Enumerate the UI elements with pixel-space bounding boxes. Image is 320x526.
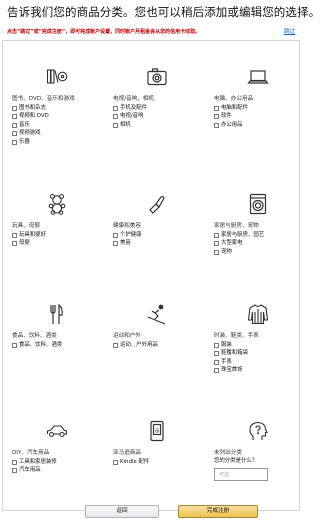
skip-link[interactable]: 跳过 — [284, 29, 295, 36]
checkbox-shoes-bags[interactable]: 鞋履和箱袋 — [214, 350, 248, 359]
lipstick-icon — [146, 193, 168, 215]
checkbox-tv-audio[interactable]: 电视/音响 — [113, 113, 147, 122]
category-title: 电脑、办公用品 — [214, 96, 254, 102]
finish-registration-button[interactable]: 完成注册 — [178, 505, 258, 518]
washing-machine-icon — [247, 193, 269, 215]
checkbox-instruments[interactable]: 乐器 — [12, 138, 49, 147]
checkbox-video-dvd[interactable]: 视频和 DVD — [12, 113, 49, 122]
checkbox-personal-care[interactable]: 个护健康 — [113, 231, 142, 240]
car-icon — [46, 420, 68, 442]
checkbox-baby[interactable]: 母婴 — [12, 240, 46, 249]
checkbox-beauty[interactable]: 美容 — [113, 240, 142, 249]
checkbox-computers[interactable]: 电脑和配件 — [214, 104, 248, 113]
checkbox-music[interactable]: 音乐 — [12, 121, 49, 130]
svg-text:a: a — [155, 427, 159, 435]
kindle-icon: a — [146, 420, 168, 442]
other-category-input[interactable] — [214, 468, 268, 481]
checkbox-kindle-accessories[interactable]: Kindle 配件 — [113, 458, 149, 467]
checkbox-toys[interactable]: 玩具和婴好 — [12, 231, 46, 240]
other-category-question: 您的分类是什么？ — [214, 458, 258, 464]
teddy-bear-icon — [46, 193, 68, 215]
category-title: 食品、饮料、酒类 — [12, 333, 57, 339]
category-title: 电视/音响，相机 — [113, 96, 155, 102]
camera-icon — [146, 66, 168, 88]
category-title: 未列出分类 — [214, 450, 242, 456]
checkbox-watches[interactable]: 手表 — [214, 358, 248, 367]
checkbox-sports-outdoors[interactable]: 运动、户外用品 — [113, 341, 158, 350]
cutlery-icon — [46, 303, 68, 325]
category-title: 图书、DVD、音乐和游戏 — [12, 96, 75, 102]
books-media-icon — [46, 66, 68, 88]
category-title: 健康和美容 — [113, 223, 141, 229]
checkbox-home-kitchen[interactable]: 家居与厨房、园艺 — [214, 231, 264, 240]
billing-notice: 点击“跳过”或“完成注册”，即可完成账户设置，同时账户月租金会从您的信用卡收取。 — [7, 29, 201, 35]
skier-icon — [146, 303, 168, 325]
checkbox-tools-home[interactable]: 工具和家居装修 — [12, 458, 57, 467]
checkbox-software[interactable]: 软件 — [214, 113, 248, 122]
checkbox-jewelry[interactable]: 珠宝首饰 — [214, 367, 248, 376]
checkbox-cameras[interactable]: 相机 — [113, 121, 147, 130]
category-title: 亚马逊商品 — [113, 450, 141, 456]
category-title: 运动和户外 — [113, 333, 141, 339]
checkbox-office[interactable]: 办公用品 — [214, 121, 248, 130]
checkbox-phones[interactable]: 手机及配件 — [113, 104, 147, 113]
checkbox-grocery[interactable]: 食品、饮料、酒类 — [12, 341, 62, 350]
category-title: 玩具、母婴 — [12, 223, 40, 229]
sweater-icon — [247, 303, 269, 325]
question-head-icon — [247, 420, 269, 442]
category-title: 家居与厨房、宠物 — [214, 223, 259, 229]
checkbox-pets[interactable]: 宠物 — [214, 248, 264, 257]
checkbox-appliances[interactable]: 大型家电 — [214, 240, 264, 249]
checkbox-video-games[interactable]: 视频游戏 — [12, 130, 49, 139]
back-button[interactable]: 返回 — [85, 505, 159, 518]
checkbox-automotive[interactable]: 汽车用品 — [12, 467, 57, 476]
checkbox-books-magazines[interactable]: 图书和杂志 — [12, 104, 49, 113]
category-title: 时装、鞋类、手表 — [214, 333, 259, 339]
category-title: DIY、汽车用品 — [12, 450, 50, 456]
laptop-icon — [247, 66, 269, 88]
checkbox-apparel[interactable]: 服装 — [214, 341, 248, 350]
page-heading: 告诉我们您的商品分类。您也可以稍后添加或编辑您的选择。 — [7, 5, 320, 19]
